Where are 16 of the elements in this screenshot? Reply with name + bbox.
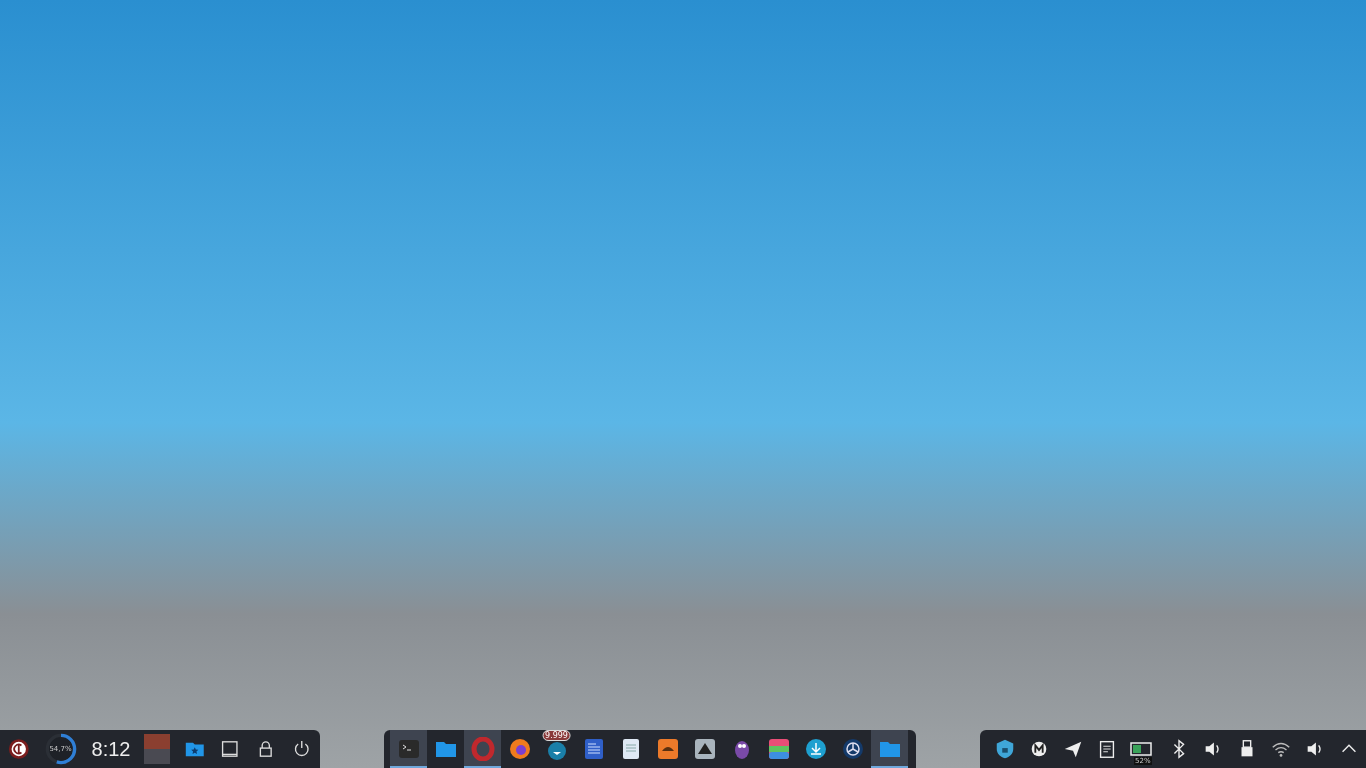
shield-lock-icon[interactable] [994,738,1016,760]
paint-app-icon [655,737,680,761]
show-desktop-icon[interactable] [219,738,241,760]
fox-app-icon [507,737,532,761]
download-icon [803,737,828,761]
color-swatch-icon[interactable] [144,734,170,764]
task-button[interactable]: 9.999 [538,730,575,768]
notification-badge: 9.999 [542,730,571,741]
rainbow-app-icon [766,737,791,761]
ring-app-icon [470,737,495,761]
app-menu-icon[interactable] [8,738,30,760]
task-button[interactable] [390,730,427,768]
clock[interactable]: 8:12 [91,737,131,761]
terminal-icon [396,737,421,761]
mountain-app-icon [692,737,717,761]
wheel-icon [840,737,865,761]
